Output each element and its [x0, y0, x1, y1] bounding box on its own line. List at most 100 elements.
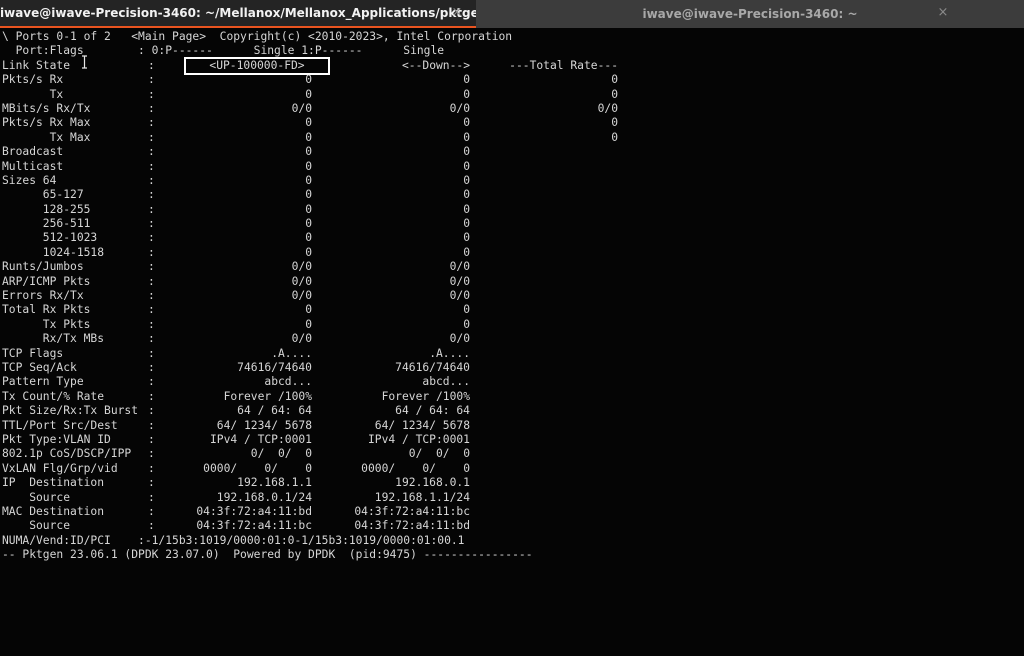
tab-title: iwave@iwave-Precision-3460: ~/Mellanox/M…	[0, 6, 476, 20]
port0-value: 04:3f:72:a4:11:bc	[196, 519, 312, 533]
stat-row: Source: 192.168.0.1/24 192.168.1.1/24	[2, 491, 1022, 505]
port1-value: 0	[463, 87, 470, 101]
stat-label: TTL/Port Src/Dest	[2, 418, 118, 432]
stat-row: IP Destination: 192.168.1.1 192.168.0.1	[2, 476, 1022, 490]
separator: :	[148, 289, 155, 303]
close-icon[interactable]: ×	[936, 6, 950, 20]
port1-value: 0	[463, 130, 470, 144]
tab-pktgen[interactable]: iwave@iwave-Precision-3460: ~/Mellanox/M…	[0, 0, 476, 28]
port0-value: 0	[305, 145, 312, 159]
port0-value: abcd...	[264, 375, 312, 389]
port1-value: 0000/ 0/ 0	[361, 461, 470, 475]
port1-value: 04:3f:72:a4:11:bd	[354, 519, 470, 533]
total-rate-header: ---Total Rate---	[509, 58, 618, 72]
separator: :	[148, 360, 155, 374]
port0-value: 64/ 1234/ 5678	[216, 418, 312, 432]
total-rate-value: 0	[611, 116, 618, 130]
separator: :	[148, 476, 155, 490]
separator: :	[148, 346, 155, 360]
port0-value: 0/ 0/ 0	[250, 447, 312, 461]
port0-value: 0/0	[291, 260, 312, 274]
port1-value: 0/0	[449, 332, 470, 346]
total-rate-value: 0	[611, 73, 618, 87]
separator: :	[148, 332, 155, 346]
stat-label: Broadcast	[2, 145, 64, 159]
stat-row: 128-255: 0 0	[2, 203, 1022, 217]
port0-value: 0	[305, 87, 312, 101]
terminal-output[interactable]: \ Ports 0-1 of 2 <Main Page> Copyright(c…	[2, 30, 1022, 656]
separator: :	[148, 389, 155, 403]
tab-home[interactable]: iwave@iwave-Precision-3460: ~ ×	[476, 0, 1024, 28]
separator: :	[148, 260, 155, 274]
separator: :	[148, 217, 155, 231]
stat-row: Broadcast: 0 0	[2, 145, 1022, 159]
stat-row: TTL/Port Src/Dest: 64/ 1234/ 5678 64/ 1234…	[2, 419, 1022, 433]
port0-value: 0/0	[291, 101, 312, 115]
port0-value: 64 / 64: 64	[237, 404, 312, 418]
stat-label: MAC Destination	[2, 504, 105, 518]
stat-label: 256-511	[2, 217, 91, 231]
separator: :	[148, 432, 155, 446]
stat-row: Pattern Type: abcd... abcd...	[2, 375, 1022, 389]
port1-value: 0/ 0/ 0	[408, 447, 470, 461]
total-rate-value: 0/0	[597, 101, 618, 115]
text-cursor-icon	[82, 55, 87, 69]
port0-value: 0	[305, 73, 312, 87]
stat-label: IP Destination	[2, 476, 105, 490]
stat-label: Source	[2, 519, 71, 533]
port-flags-line: Port:Flags : 0:P------ Single 1:P------ …	[2, 44, 1022, 58]
port0-value: 0	[305, 159, 312, 173]
stat-row: 256-511: 0 0	[2, 217, 1022, 231]
port1-value: 74616/74640	[395, 360, 470, 374]
stat-row: MAC Destination: 04:3f:72:a4:11:bd 04:3f:7…	[2, 505, 1022, 519]
port0-value: 192.168.1.1	[237, 476, 312, 490]
stat-row: TCP Seq/Ack: 74616/74640 74616/74640	[2, 361, 1022, 375]
stat-row: Tx Count/% Rate: Forever /100% Forever /10…	[2, 390, 1022, 404]
port0-value: Forever /100%	[223, 389, 312, 403]
stat-label: Total Rx Pkts	[2, 303, 91, 317]
separator: :	[148, 317, 155, 331]
stat-label: Rx/Tx MBs	[2, 332, 105, 346]
ports-header-line: \ Ports 0-1 of 2 <Main Page> Copyright(c…	[2, 30, 1022, 44]
port1-link-state: <--Down-->	[401, 58, 470, 72]
stat-label: Pkt Size/Rx:Tx Burst	[2, 404, 139, 418]
port1-value: Forever /100%	[381, 389, 470, 403]
port1-value: 0	[463, 116, 470, 130]
stat-row: 65-127: 0 0	[2, 188, 1022, 202]
stat-label: Source	[2, 490, 71, 504]
stat-label: 1024-1518	[2, 245, 105, 259]
port1-value: 0/0	[449, 101, 470, 115]
port1-value: 0	[463, 73, 470, 87]
stat-row: Tx Pkts: 0 0	[2, 318, 1022, 332]
separator: :	[148, 303, 155, 317]
separator: :	[148, 130, 155, 144]
close-icon[interactable]: ×	[450, 6, 464, 20]
stat-label: Pkts/s Rx Max	[2, 116, 91, 130]
separator: :	[148, 245, 155, 259]
stat-row: Pkt Type:VLAN ID: IPv4 / TCP:0001 IPv4 / T…	[2, 433, 1022, 447]
stats-table: Pkts/s Rx:0 0 0 Tx:0 0 0 MBits/s Rx/Tx:0/0 0/0…	[2, 73, 1022, 534]
stat-row: Sizes 64: 0 0	[2, 174, 1022, 188]
port0-value: 0	[305, 173, 312, 187]
separator: :	[148, 188, 155, 202]
stat-label: VxLAN Flg/Grp/vid	[2, 461, 118, 475]
stat-row: Tx: 0 0 0	[2, 88, 1022, 102]
port0-link-state-highlight: <UP-100000-FD>	[184, 57, 330, 75]
separator: :	[148, 87, 155, 101]
port1-value: IPv4 / TCP:0001	[367, 432, 470, 446]
separator: :	[148, 159, 155, 173]
stat-row: Rx/Tx MBs: 0/0 0/0	[2, 332, 1022, 346]
stat-row: Runts/Jumbos: 0/0 0/0	[2, 260, 1022, 274]
stat-row: Pkts/s Rx: 0 0 0	[2, 73, 1022, 87]
port1-value: abcd...	[422, 375, 470, 389]
stat-row: 512-1023: 0 0	[2, 231, 1022, 245]
port0-value: 0	[305, 116, 312, 130]
stat-row: Errors Rx/Tx: 0/0 0/0	[2, 289, 1022, 303]
port0-value: 192.168.0.1/24	[216, 490, 312, 504]
stat-label: TCP Seq/Ack	[2, 360, 77, 374]
stat-label: Runts/Jumbos	[2, 260, 84, 274]
port0-value: 04:3f:72:a4:11:bd	[196, 504, 312, 518]
port0-value: 74616/74640	[237, 360, 312, 374]
port0-value: 0	[305, 130, 312, 144]
separator: :	[148, 404, 155, 418]
